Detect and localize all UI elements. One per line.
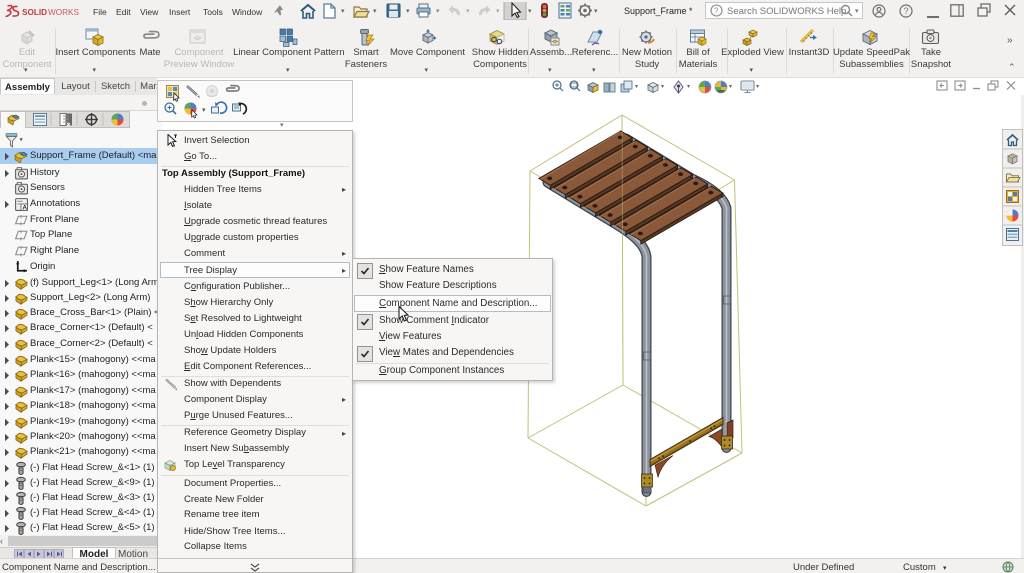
svg-text:▾: ▾ bbox=[373, 8, 377, 15]
svg-text:▾: ▾ bbox=[528, 8, 532, 15]
svg-text:▾: ▾ bbox=[406, 8, 410, 15]
svg-text:▾: ▾ bbox=[20, 137, 24, 144]
svg-text:A: A bbox=[22, 204, 27, 210]
svg-text:▾: ▾ bbox=[635, 84, 638, 90]
svg-text:▾: ▾ bbox=[341, 8, 345, 15]
svg-text:?: ? bbox=[714, 7, 719, 16]
svg-text:▾: ▾ bbox=[466, 8, 470, 15]
svg-text:SOLID: SOLID bbox=[22, 8, 47, 17]
svg-text:▾: ▾ bbox=[202, 107, 206, 114]
svg-text:▾: ▾ bbox=[661, 84, 664, 90]
svg-text:▾: ▾ bbox=[687, 84, 690, 90]
svg-text:▾: ▾ bbox=[756, 84, 759, 90]
svg-text:▾: ▾ bbox=[729, 84, 732, 90]
svg-text:?: ? bbox=[904, 6, 909, 16]
svg-text:WORKS: WORKS bbox=[48, 8, 79, 17]
svg-text:▾: ▾ bbox=[436, 8, 440, 15]
svg-text:▾: ▾ bbox=[496, 8, 500, 15]
svg-text:▾: ▾ bbox=[594, 8, 598, 15]
